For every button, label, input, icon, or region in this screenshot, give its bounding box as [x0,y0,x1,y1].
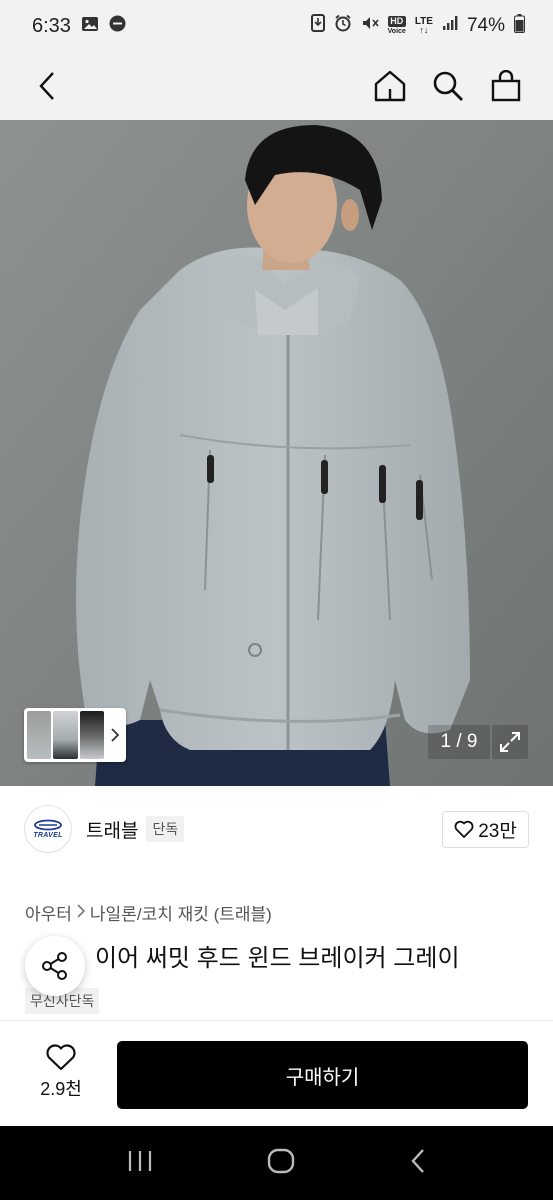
brand-like-button[interactable]: 23만 [442,810,529,848]
brand-name[interactable]: 트래블 [86,816,138,843]
back-button[interactable] [30,69,64,103]
thumbnail-3[interactable] [79,711,105,759]
breadcrumb-category[interactable]: 아우터 [25,900,72,925]
share-button[interactable] [25,936,85,996]
download-icon [310,14,325,38]
back-nav-button[interactable] [410,1148,426,1179]
thumbnail-1[interactable] [27,711,52,759]
product-photo [0,120,553,786]
wishlist-count: 2.9천 [40,1079,82,1099]
chevron-right-icon [76,903,86,923]
brand-logo-text: TRAVEL [33,832,63,839]
back-nav-icon [411,1148,424,1173]
home-nav-button[interactable] [267,1148,295,1179]
search-icon [433,71,463,101]
thumbnail-strip[interactable] [24,708,126,762]
home-circle-icon [268,1148,295,1173]
app-header [0,52,553,120]
signal-icon [442,15,458,37]
heart-icon [454,820,474,838]
system-nav-bar [0,1126,553,1200]
breadcrumb: 아우터 나일론/코치 재킷 (트래블) [25,900,272,925]
expand-icon [500,732,520,752]
buy-button[interactable]: 구매하기 [117,1041,528,1109]
home-button[interactable] [373,69,407,103]
brand-exclusive-badge: 단독 [146,816,185,842]
share-icon [42,952,67,980]
home-icon [374,70,406,102]
heart-icon [46,1044,76,1071]
brand-logo[interactable]: TRAVEL [24,805,72,853]
wishlist-button[interactable]: 2.9천 [28,1043,94,1101]
lte-icon: LTE ↑↓ [414,16,433,35]
alarm-icon [334,14,352,38]
purchase-bar: 2.9천 구매하기 [0,1020,553,1126]
battery-icon [514,13,525,39]
status-bar: 6:33 HD Voice LTE ↑↓ 74% [0,0,553,52]
expand-button[interactable] [492,725,528,759]
product-title: 이어 써밋 후드 윈드 브레이커 그레이 [25,938,460,973]
bag-icon [491,70,521,102]
gallery-icon [81,15,99,38]
thumbnail-2[interactable] [53,711,78,759]
brand-like-count: 23만 [478,820,517,842]
brand-row: TRAVEL 트래블 단독 23만 [24,804,529,854]
product-title-text: 이어 써밋 후드 윈드 브레이커 그레이 [95,945,460,972]
shopping-bag-button[interactable] [489,69,523,103]
search-button[interactable] [431,69,465,103]
hd-voice-icon: HD Voice [387,16,406,35]
recent-apps-button[interactable] [127,1149,153,1178]
chevron-right-icon[interactable] [106,711,123,759]
image-counter: 1 / 9 [428,725,490,759]
travel-logo-icon [34,819,62,831]
recent-apps-icon [129,1150,152,1171]
battery-percent: 74% [466,15,505,36]
do-not-disturb-icon [109,15,126,38]
mute-icon [361,14,379,38]
product-image[interactable]: 1 / 9 [0,120,553,786]
breadcrumb-subcategory[interactable]: 나일론/코치 재킷 (트래블) [90,900,272,925]
back-icon [39,72,54,100]
status-time: 6:33 [32,14,71,37]
